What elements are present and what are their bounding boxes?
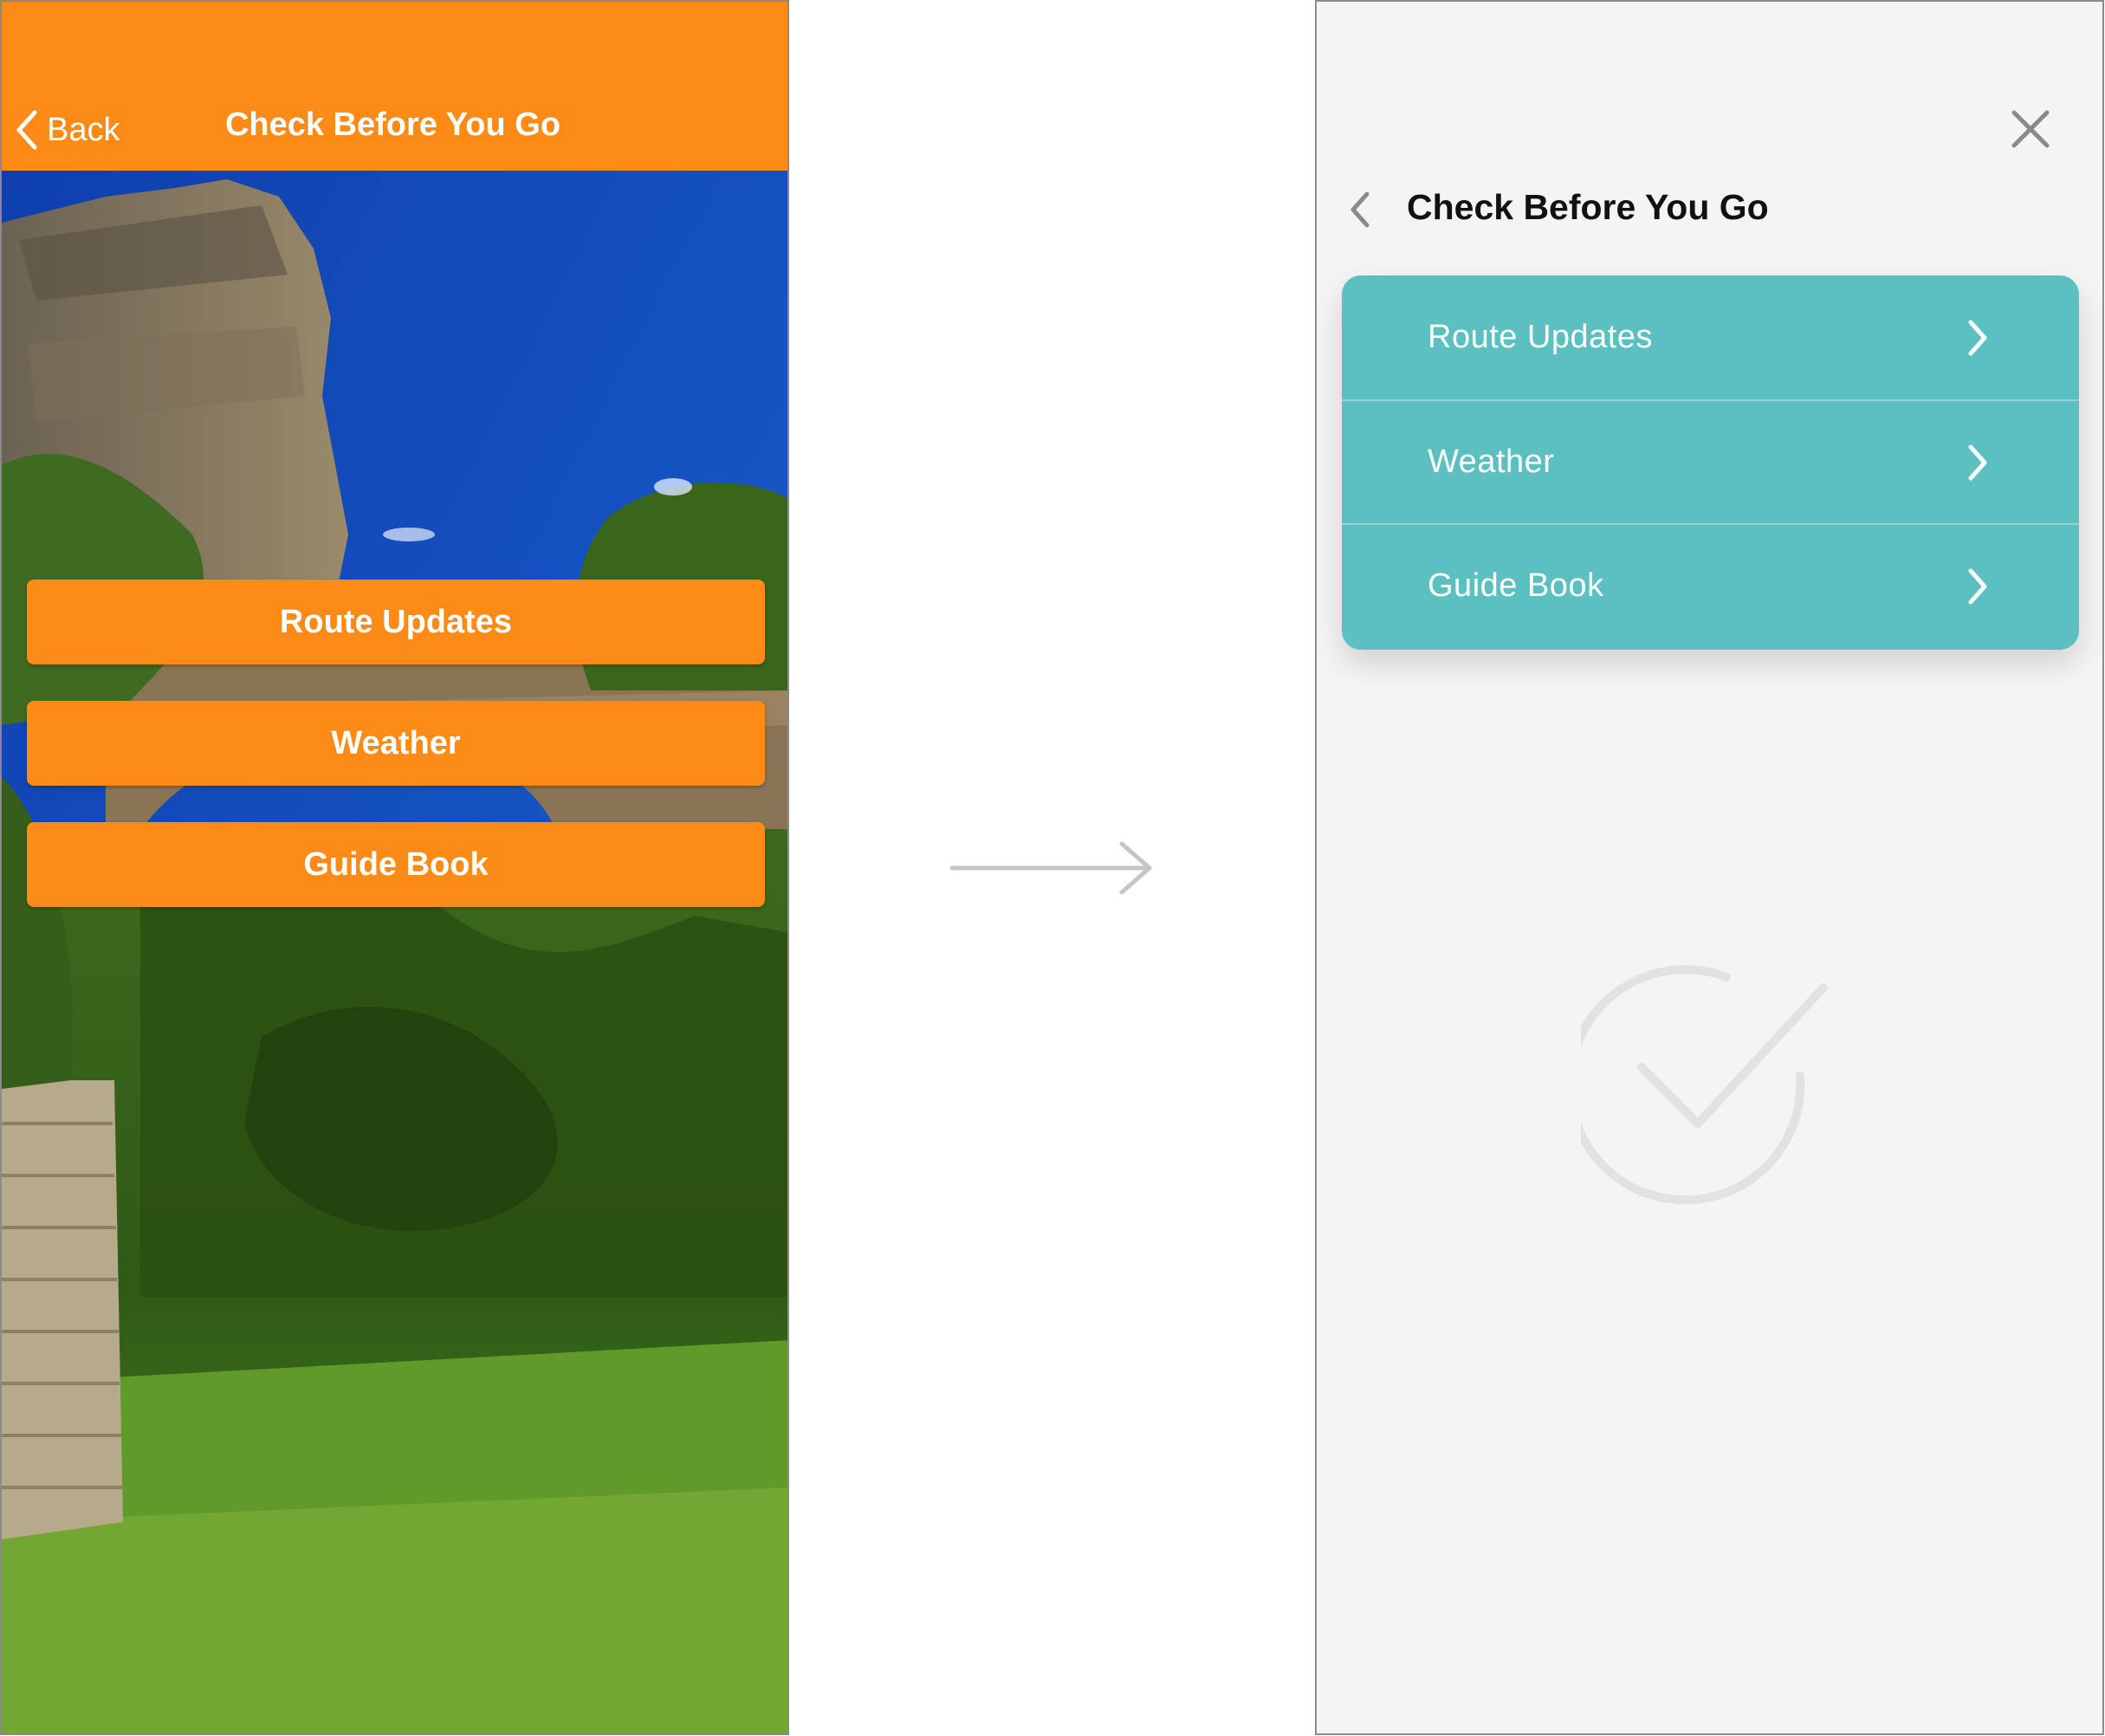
page-title: Check Before You Go	[1407, 187, 1769, 227]
route-updates-label: Route Updates	[279, 603, 513, 640]
route-updates-button[interactable]: Route Updates	[27, 580, 765, 664]
transition-arrow-icon	[949, 840, 1156, 900]
screen-after: Check Before You Go Route Updates Weathe…	[1315, 0, 2104, 1735]
back-button[interactable]	[1348, 191, 1372, 233]
page-title-text: Check Before You Go	[224, 107, 561, 143]
page-title: Check Before You Go	[2, 107, 787, 144]
list-item-label: Guide Book	[1428, 567, 1604, 604]
screen-before: Back Check Before You Go Route Updates W…	[0, 0, 789, 1735]
chevron-left-icon	[1350, 191, 1370, 228]
app-header: Back Check Before You Go	[2, 2, 787, 171]
list-item-weather[interactable]: Weather	[1342, 399, 2079, 523]
hero-background-image	[2, 171, 787, 1733]
guide-book-button[interactable]: Guide Book	[27, 822, 765, 907]
chevron-right-icon	[1968, 320, 1987, 355]
chevron-right-icon	[1968, 444, 1987, 480]
close-icon	[2011, 110, 2050, 148]
guide-book-label: Guide Book	[303, 845, 489, 883]
list-item-guide-book[interactable]: Guide Book	[1342, 523, 2079, 647]
close-button[interactable]	[2011, 109, 2050, 153]
check-circle-icon	[1565, 963, 1841, 1210]
list-item-route-updates[interactable]: Route Updates	[1342, 275, 2079, 399]
list-item-label: Route Updates	[1428, 319, 1653, 355]
menu-list: Route Updates Weather Guide Book	[1342, 275, 2079, 650]
list-item-label: Weather	[1428, 444, 1555, 480]
weather-button[interactable]: Weather	[27, 701, 765, 786]
weather-label: Weather	[331, 724, 461, 761]
chevron-right-icon	[1968, 568, 1987, 604]
